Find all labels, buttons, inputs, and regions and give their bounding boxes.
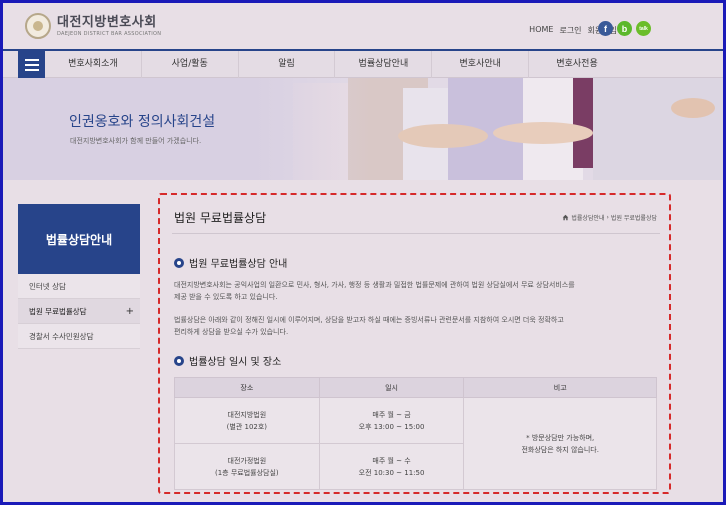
logo-korean-name: 대전지방변호사회 xyxy=(57,14,157,30)
time-cell: 매주 월 ~ 금 오후 13:00 ~ 15:00 xyxy=(318,397,465,444)
sidebar-heading: 법률상담안내 xyxy=(18,204,140,274)
table-header-time: 일시 xyxy=(318,377,465,398)
intro-paragraph: 대전지방변호사회는 공익사업의 일환으로 민사, 형사, 가사, 행정 등 생활… xyxy=(174,281,575,301)
breadcrumb-current: 법원 무료법률상담 xyxy=(610,215,657,222)
note-cell: * 방문상담만 가능하며, 전화상담은 하지 않습니다. xyxy=(463,397,657,490)
hamburger-icon xyxy=(24,58,39,61)
time-cell: 매주 월 ~ 수 오전 10:30 ~ 11:50 xyxy=(318,443,465,490)
place-cell: 대전가정법원 (1층 무료법률상담실) xyxy=(174,443,320,490)
emblem-icon xyxy=(25,13,51,39)
sidebar-item-court-consult[interactable]: 법원 무료법률상담 + xyxy=(18,299,140,324)
hero-banner: 인권옹호와 정의사회건설 대전지방변호사회가 함께 만들어 가겠습니다. xyxy=(3,78,723,180)
banner-title: 인권옹호와 정의사회건설 xyxy=(69,114,216,130)
nav-item-activities[interactable]: 사업/활동 xyxy=(142,51,239,78)
circle-bullet-icon xyxy=(174,257,184,268)
login-link[interactable]: 로그인 xyxy=(559,25,581,36)
title-divider xyxy=(172,233,660,234)
table-header-place: 장소 xyxy=(174,377,320,398)
site-logo[interactable]: 대전지방변호사회 DAEJEON DISTRICT BAR ASSOCIATIO… xyxy=(25,13,161,39)
nav-item-lawyer-guide[interactable]: 변호사안내 xyxy=(432,51,530,78)
nav-item-lawyers-only[interactable]: 변호사전용 xyxy=(529,51,625,78)
nav-item-legal-consult[interactable]: 법률상담안내 xyxy=(335,51,433,78)
facebook-icon[interactable]: f xyxy=(598,21,613,36)
home-link[interactable]: HOME xyxy=(529,25,553,36)
nav-item-notice[interactable]: 알림 xyxy=(239,51,336,78)
section-heading-guide: 법원 무료법률상담 안내 xyxy=(174,255,287,270)
breadcrumb: 법률상담안내 › 법원 무료법률상담 xyxy=(562,213,657,222)
banner-subtitle: 대전지방변호사회가 함께 만들어 가겠습니다. xyxy=(70,137,202,145)
banner-people-image xyxy=(253,78,723,180)
place-cell: 대전지방법원 (별관 102호) xyxy=(174,397,320,444)
section-heading-schedule: 법률상담 일시 및 장소 xyxy=(174,353,281,368)
page-title: 법원 무료법률상담 xyxy=(174,211,267,225)
home-icon[interactable] xyxy=(562,214,569,221)
consult-info-paragraph: 법률상담은 아래와 같이 정해진 일시에 이루어지며, 상담을 받고자 하실 때… xyxy=(174,316,564,336)
menu-button[interactable] xyxy=(18,51,45,78)
social-links: f b talk xyxy=(598,21,651,36)
sidebar-menu: 인터넷 상담 법원 무료법률상담 + 경찰서 수사민원상담 xyxy=(18,274,140,349)
main-nav: 변호사회소개 사업/활동 알림 법률상담안내 변호사안내 변호사전용 xyxy=(3,49,723,78)
page-frame: 대전지방변호사회 DAEJEON DISTRICT BAR ASSOCIATIO… xyxy=(3,3,723,502)
sidebar-item-internet-consult[interactable]: 인터넷 상담 xyxy=(18,274,140,299)
sidebar-item-label: 법원 무료법률상담 xyxy=(29,307,87,316)
breadcrumb-separator: › xyxy=(606,214,609,221)
site-header: 대전지방변호사회 DAEJEON DISTRICT BAR ASSOCIATIO… xyxy=(3,3,723,49)
circle-bullet-icon xyxy=(174,355,184,366)
sidebar-item-label: 인터넷 상담 xyxy=(29,282,66,291)
nav-item-about[interactable]: 변호사회소개 xyxy=(45,51,142,78)
sidebar-item-label: 경찰서 수사민원상담 xyxy=(29,332,94,341)
main-content: 법원 무료법률상담 법률상담안내 › 법원 무료법률상담 법원 무료법률상담 안… xyxy=(158,193,671,494)
plus-icon: + xyxy=(125,306,134,317)
sidebar-item-police-consult[interactable]: 경찰서 수사민원상담 xyxy=(18,324,140,349)
breadcrumb-item[interactable]: 법률상담안내 xyxy=(571,213,604,222)
schedule-table: 장소 일시 비고 대전지방법원 (별관 102호) 매주 월 ~ 금 오후 13… xyxy=(174,377,657,490)
kakaotalk-icon[interactable]: talk xyxy=(636,21,651,36)
table-header-note: 비고 xyxy=(463,377,657,398)
blog-icon[interactable]: b xyxy=(617,21,632,36)
table-row: 대전지방법원 (별관 102호) 매주 월 ~ 금 오후 13:00 ~ 15:… xyxy=(174,397,657,490)
logo-english-name: DAEJEON DISTRICT BAR ASSOCIATION xyxy=(57,30,162,37)
